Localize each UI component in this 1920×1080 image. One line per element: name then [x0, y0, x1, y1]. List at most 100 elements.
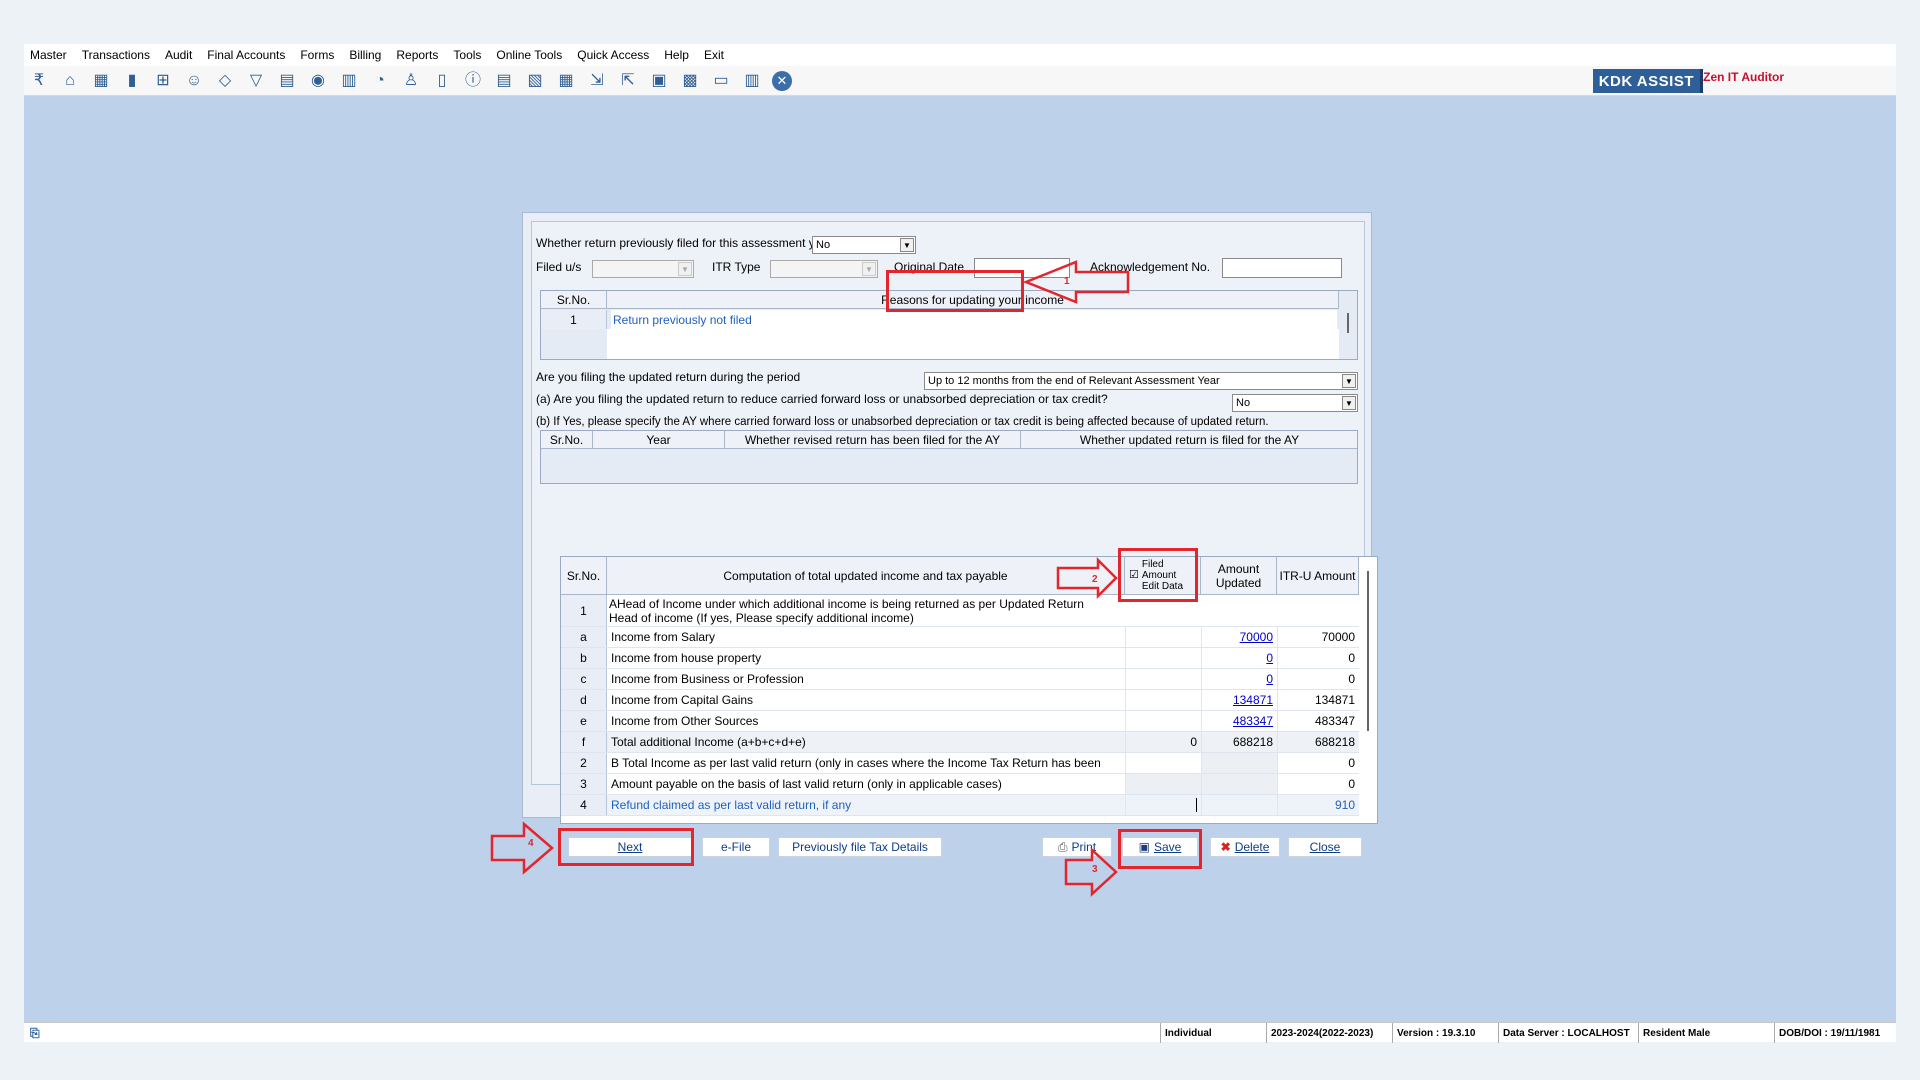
updated-link[interactable]: 483347 — [1233, 714, 1273, 728]
menu-tools[interactable]: Tools — [453, 48, 481, 62]
calendar-icon[interactable]: ▦ — [555, 70, 577, 92]
table-row[interactable]: a Income from Salary 70000 70000 — [561, 627, 1359, 648]
chevron-down-icon[interactable]: ▼ — [862, 262, 876, 276]
print-button[interactable]: ⎙ Print — [1042, 837, 1112, 857]
annotation-box-1 — [886, 270, 1024, 312]
row-desc: Income from Capital Gains — [611, 693, 754, 707]
menu-exit[interactable]: Exit — [704, 48, 724, 62]
chart-icon[interactable]: ▮ — [121, 70, 143, 92]
table-row[interactable]: 3 Amount payable on the basis of last va… — [561, 774, 1359, 795]
menu-final-accounts[interactable]: Final Accounts — [207, 48, 285, 62]
pie-icon[interactable]: ◔ — [369, 70, 391, 92]
tax-icon[interactable]: ▤ — [276, 70, 298, 92]
report-icon[interactable]: ▤ — [493, 70, 515, 92]
annotation-box-3 — [1118, 829, 1202, 869]
table-row[interactable]: b Income from house property 0 0 — [561, 648, 1359, 669]
voucher-icon[interactable]: ₹ — [28, 70, 50, 92]
info-icon[interactable]: ⓘ — [462, 70, 484, 92]
ack-no-field[interactable] — [1222, 258, 1342, 278]
row-filed[interactable] — [1125, 795, 1201, 815]
calculator-icon[interactable]: ▥ — [338, 70, 360, 92]
updated-link[interactable]: 0 — [1266, 651, 1273, 665]
export-icon[interactable]: ⇲ — [586, 70, 608, 92]
row-updated[interactable]: 0 — [1201, 669, 1277, 689]
row-filed — [1125, 774, 1201, 794]
previously-file-tax-details-button[interactable]: Previously file Tax Details — [778, 837, 942, 857]
gift-icon[interactable]: ⊞ — [152, 70, 174, 92]
row-filed[interactable] — [1125, 669, 1201, 689]
ay-col-srno: Sr.No. — [541, 431, 593, 449]
table-row[interactable]: f Total additional Income (a+b+c+d+e) 0 … — [561, 732, 1359, 753]
updated-link[interactable]: 0 — [1266, 672, 1273, 686]
computation-scrollbar[interactable] — [1367, 571, 1369, 731]
network-icon[interactable]: ⎘ — [30, 1026, 40, 1041]
menu-billing[interactable]: Billing — [349, 48, 381, 62]
close-label: Close — [1309, 840, 1341, 854]
table-row[interactable]: c Income from Business or Profession 0 0 — [561, 669, 1359, 690]
menu-quick-access[interactable]: Quick Access — [577, 48, 649, 62]
row-filed[interactable] — [1125, 753, 1201, 773]
ledger-icon[interactable]: ▦ — [90, 70, 112, 92]
row-updated[interactable] — [1196, 795, 1277, 815]
row-updated[interactable]: 134871 — [1201, 690, 1277, 710]
menu-master[interactable]: Master — [30, 48, 67, 62]
row-updated[interactable]: 0 — [1201, 648, 1277, 668]
row-desc: Income from Other Sources — [611, 714, 759, 728]
menu-transactions[interactable]: Transactions — [82, 48, 150, 62]
row-filed[interactable] — [1125, 690, 1201, 710]
table-row[interactable]: d Income from Capital Gains 134871 13487… — [561, 690, 1359, 711]
reasons-empty-row[interactable] — [607, 329, 1339, 359]
close-button[interactable]: Close — [1288, 837, 1362, 857]
document-icon[interactable]: ▧ — [524, 70, 546, 92]
status-bar: ⎘ Individual 2023-2024(2022-2023) Versio… — [24, 1022, 1896, 1043]
row-updated[interactable]: 483347 — [1201, 711, 1277, 731]
row-itru: 910 — [1277, 795, 1359, 815]
prev-filed-select[interactable]: No ▼ — [812, 236, 916, 254]
reduce-select[interactable]: No ▼ — [1232, 394, 1358, 412]
group-icon[interactable]: ☺ — [183, 70, 205, 92]
table-row[interactable]: 4 Refund claimed as per last valid retur… — [561, 795, 1359, 816]
efile-button[interactable]: e-File — [702, 837, 770, 857]
table-row[interactable]: e Income from Other Sources 483347 48334… — [561, 711, 1359, 732]
row-filed[interactable] — [1125, 627, 1201, 647]
row-itru: 134871 — [1277, 690, 1359, 710]
3cd-icon[interactable]: ▭ — [710, 70, 732, 92]
delete-button[interactable]: ✖ Delete — [1210, 837, 1280, 857]
updated-link[interactable]: 134871 — [1233, 693, 1273, 707]
table-row[interactable]: 1 AHead of Income under which additional… — [561, 595, 1359, 627]
bs-icon[interactable]: ▣ — [648, 70, 670, 92]
menu-help[interactable]: Help — [664, 48, 689, 62]
kdk-assist-logo[interactable]: KDK ASSIST — [1592, 69, 1703, 93]
import-icon[interactable]: ⇱ — [617, 70, 639, 92]
period-select[interactable]: Up to 12 months from the end of Relevant… — [924, 372, 1358, 390]
chevron-down-icon[interactable]: ▼ — [1342, 396, 1356, 410]
home-icon[interactable]: ⌂ — [59, 70, 81, 92]
chevron-down-icon[interactable]: ▼ — [678, 262, 692, 276]
pay-icon[interactable]: ♙ — [400, 70, 422, 92]
reasons-col-srno: Sr.No. — [541, 291, 607, 309]
tag-icon[interactable]: ◇ — [214, 70, 236, 92]
row-desc: Income from house property — [611, 651, 762, 665]
chevron-down-icon[interactable]: ▼ — [1342, 374, 1356, 388]
filed-us-select[interactable]: ▼ — [592, 260, 694, 278]
book-icon[interactable]: ▯ — [431, 70, 453, 92]
table-row[interactable]: 2 B Total Income as per last valid retur… — [561, 753, 1359, 774]
menu-forms[interactable]: Forms — [300, 48, 334, 62]
folder-icon[interactable]: ▩ — [679, 70, 701, 92]
chevron-down-icon[interactable]: ▼ — [900, 238, 914, 252]
menu-audit[interactable]: Audit — [165, 48, 192, 62]
updated-link[interactable]: 70000 — [1240, 630, 1273, 644]
filter-icon[interactable]: ▽ — [245, 70, 267, 92]
computation-table: Sr.No. Computation of total updated inco… — [560, 556, 1378, 824]
row-filed[interactable] — [1125, 711, 1201, 731]
form-icon[interactable]: ▥ — [741, 70, 763, 92]
reasons-scrollbar[interactable] — [1347, 313, 1349, 333]
menu-online-tools[interactable]: Online Tools — [496, 48, 562, 62]
itr-type-select[interactable]: ▼ — [770, 260, 878, 278]
row-filed[interactable] — [1125, 648, 1201, 668]
reasons-row-text[interactable]: Return previously not filed — [611, 310, 1337, 329]
row-updated[interactable]: 70000 — [1201, 627, 1277, 647]
menu-reports[interactable]: Reports — [396, 48, 438, 62]
eye-icon[interactable]: ◉ — [307, 70, 329, 92]
close-circle-icon[interactable]: ✕ — [772, 70, 792, 91]
